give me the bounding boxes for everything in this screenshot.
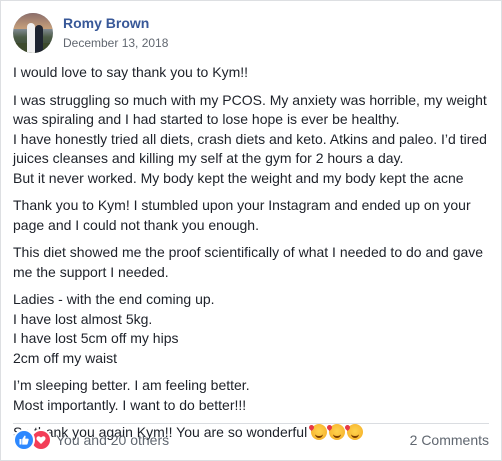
text-line: But it never worked. My body kept the we… <box>13 169 464 186</box>
text-line: page and I could not thank you enough. <box>13 216 259 233</box>
divider <box>13 423 489 424</box>
text-line: I have honestly tried all diets, crash d… <box>13 130 487 147</box>
reactions-summary[interactable]: You and 20 others <box>13 429 169 451</box>
text-line: juices cleanses and killing my self at t… <box>13 150 404 166</box>
post-body: I would love to say thank you to Kym!! I… <box>13 63 491 451</box>
text-line: Thank you to Kym! I stumbled upon your I… <box>13 197 471 213</box>
text-line: Ladies - with the end coming up. <box>13 291 215 307</box>
author-name[interactable]: Romy Brown <box>63 14 168 32</box>
like-icon <box>13 429 35 451</box>
paragraph: This diet showed me the proof scientific… <box>13 243 491 282</box>
text-line: This diet showed me the proof scientific… <box>13 244 484 260</box>
text-line: I’m sleeping better. I am feeling better… <box>13 377 250 393</box>
text-line: I would love to say thank you to Kym!! <box>13 64 249 80</box>
comments-count-link[interactable]: 2 Comments <box>410 431 489 449</box>
text-line: me the support I needed. <box>13 263 169 280</box>
text-line: I was struggling so much with my PCOS. M… <box>13 91 487 108</box>
post-footer: You and 20 others 2 Comments <box>13 429 489 451</box>
paragraph: I’m sleeping better. I am feeling better… <box>13 376 491 415</box>
avatar[interactable] <box>13 13 53 53</box>
text-line: was spiraling and I had started to lose … <box>13 111 400 127</box>
paragraph: I was struggling so much with my PCOS. M… <box>13 91 491 189</box>
text-line: 2cm off my waist <box>13 349 117 366</box>
post-header: Romy Brown December 13, 2018 <box>13 12 168 54</box>
post-date[interactable]: December 13, 2018 <box>63 35 168 52</box>
text-line: I have lost 5cm off my hips <box>13 330 179 346</box>
text-line: I have lost almost 5kg. <box>13 310 153 327</box>
post-meta: Romy Brown December 13, 2018 <box>63 14 168 52</box>
paragraph: Thank you to Kym! I stumbled upon your I… <box>13 196 491 235</box>
paragraph: I would love to say thank you to Kym!! <box>13 63 491 83</box>
paragraph: Ladies - with the end coming up. I have … <box>13 290 491 368</box>
text-line: Most importantly. I want to do better!!! <box>13 396 247 413</box>
post-card: Romy Brown December 13, 2018 I would lov… <box>0 0 502 461</box>
reactions-count[interactable]: You and 20 others <box>56 431 169 449</box>
